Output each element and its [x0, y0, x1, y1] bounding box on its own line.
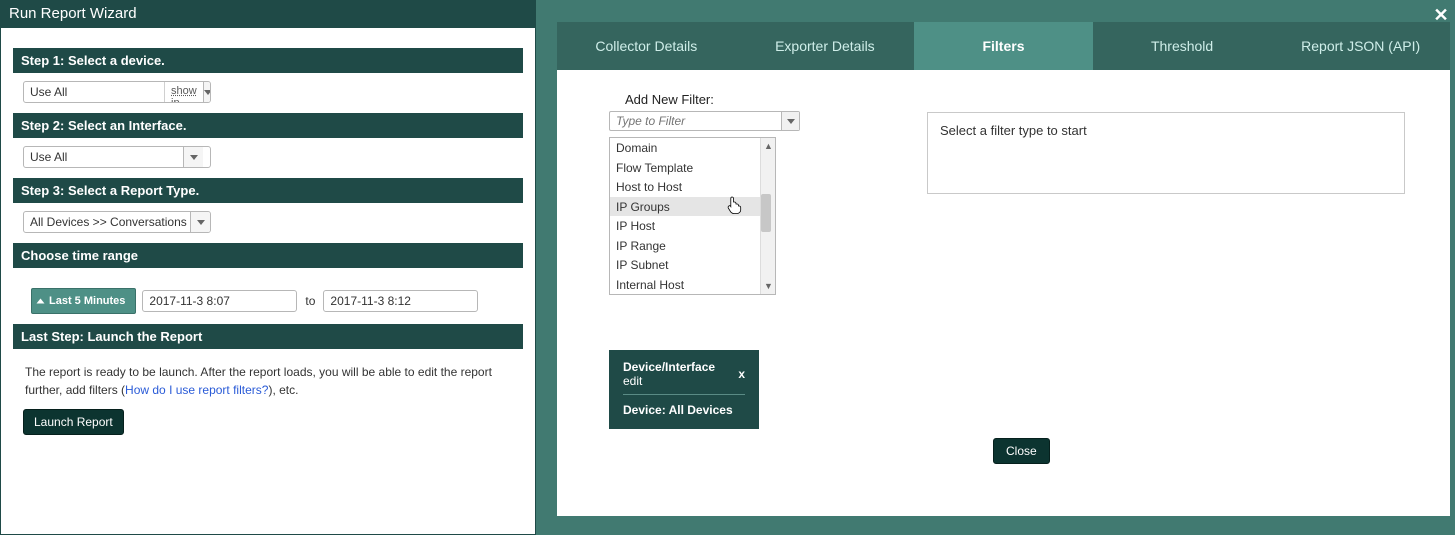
chip-edit-link[interactable]: edit [623, 374, 642, 388]
chevron-down-icon[interactable] [781, 112, 799, 130]
chevron-down-icon[interactable] [183, 147, 203, 167]
time-from-input[interactable] [142, 290, 297, 312]
tab-collector-details[interactable]: Collector Details [557, 22, 736, 70]
device-select[interactable]: Use All show ip [23, 81, 211, 103]
time-preset-button[interactable]: Last 5 Minutes [31, 288, 136, 314]
scroll-down-icon[interactable]: ▼ [761, 278, 775, 294]
report-type-select[interactable]: All Devices >> Conversations [23, 211, 211, 233]
chevron-down-icon[interactable] [203, 82, 211, 102]
show-ip-link[interactable]: show ip [164, 82, 203, 102]
tab-threshold[interactable]: Threshold [1093, 22, 1272, 70]
tab-exporter-details[interactable]: Exporter Details [736, 22, 915, 70]
interface-select[interactable]: Use All [23, 146, 211, 168]
filter-option-ip-host[interactable]: IP Host [610, 216, 775, 236]
chip-title: Device/Interface [623, 360, 715, 374]
report-type-value: All Devices >> Conversations [24, 212, 190, 232]
step3-header: Step 3: Select a Report Type. [13, 178, 523, 203]
filter-option-internal-host[interactable]: Internal Host [610, 275, 775, 295]
close-icon[interactable]: ✕ [1430, 4, 1452, 26]
laststep-text: The report is ready to be launch. After … [23, 357, 513, 409]
add-filter-area: Add New Filter: Domain Flow Template Hos… [609, 92, 800, 131]
filter-dropdown: Domain Flow Template Host to Host IP Gro… [609, 137, 776, 295]
laststep-header: Last Step: Launch the Report [13, 324, 523, 349]
launch-report-button[interactable]: Launch Report [23, 409, 124, 435]
time-to-input[interactable] [323, 290, 478, 312]
step2-header: Step 2: Select an Interface. [13, 113, 523, 138]
filter-info-box: Select a filter type to start [927, 112, 1405, 194]
filter-option-ip-range[interactable]: IP Range [610, 236, 775, 256]
filter-option-flow-template[interactable]: Flow Template [610, 158, 775, 178]
wizard-title: Run Report Wizard [1, 1, 535, 28]
scroll-up-icon[interactable]: ▲ [761, 138, 775, 154]
filter-option-ip-groups[interactable]: IP Groups [610, 197, 775, 217]
chevron-down-icon[interactable] [190, 212, 210, 232]
wizard-panel: Run Report Wizard Step 1: Select a devic… [0, 0, 536, 535]
step1-header: Step 1: Select a device. [13, 48, 523, 73]
to-label: to [303, 294, 317, 308]
chip-close-icon[interactable]: x [738, 367, 745, 381]
add-filter-label: Add New Filter: [625, 92, 800, 107]
scrollbar-thumb[interactable] [761, 194, 771, 232]
timerange-header: Choose time range [13, 243, 523, 268]
scrollbar[interactable]: ▲ ▼ [760, 138, 775, 294]
tab-report-json[interactable]: Report JSON (API) [1271, 22, 1450, 70]
close-button[interactable]: Close [993, 438, 1050, 464]
filter-type-input[interactable] [610, 112, 781, 130]
filter-info-text: Select a filter type to start [940, 123, 1087, 138]
tab-strip: Collector Details Exporter Details Filte… [557, 22, 1450, 70]
report-filters-help-link[interactable]: How do I use report filters? [125, 383, 268, 397]
tab-filters[interactable]: Filters [914, 22, 1093, 70]
filters-dialog: ✕ Collector Details Exporter Details Fil… [557, 6, 1450, 516]
device-select-value: Use All [24, 82, 164, 102]
filter-type-select[interactable] [609, 111, 800, 131]
triangle-down-icon [37, 299, 45, 304]
time-preset-label: Last 5 Minutes [49, 295, 125, 307]
chip-body: Device: All Devices [623, 403, 745, 417]
filter-option-domain[interactable]: Domain [610, 138, 775, 158]
interface-select-value: Use All [24, 147, 183, 167]
filter-option-host-to-host[interactable]: Host to Host [610, 177, 775, 197]
device-interface-chip: Device/Interface edit x Device: All Devi… [609, 350, 759, 429]
filter-option-ip-subnet[interactable]: IP Subnet [610, 255, 775, 275]
filters-tab-body: Add New Filter: Domain Flow Template Hos… [557, 70, 1450, 516]
